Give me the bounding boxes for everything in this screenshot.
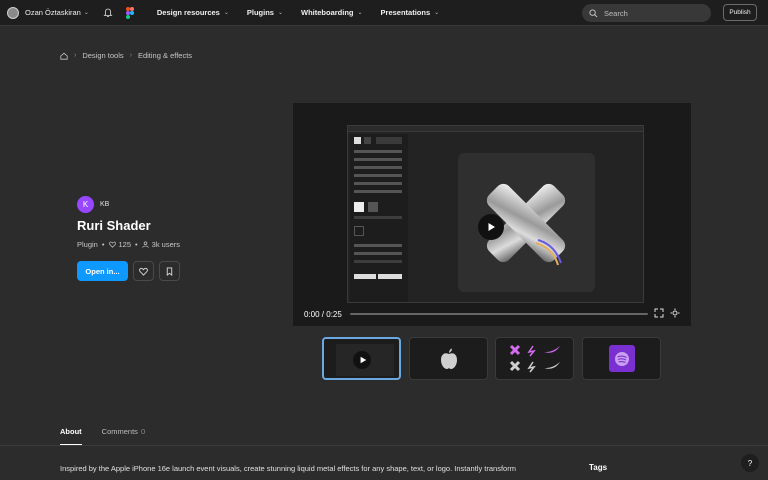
chevron-down-icon: ⌄ xyxy=(277,10,283,16)
tags-heading: Tags xyxy=(589,463,608,472)
chevron-right-icon: › xyxy=(129,52,132,59)
play-button[interactable] xyxy=(478,214,504,240)
plugin-description: Inspired by the Apple iPhone 16e launch … xyxy=(60,464,516,473)
username: Ozan Öztaskiran xyxy=(25,8,81,17)
thumbnail-nike-logos[interactable] xyxy=(495,337,574,380)
author[interactable]: K KB xyxy=(77,196,109,213)
tab-comments[interactable]: Comments 0 xyxy=(102,427,145,446)
main-nav: Design resources ⌄ Plugins ⌄ Whiteboarding… xyxy=(157,8,457,17)
heart-icon xyxy=(139,267,148,276)
thumbnail-spotify-logo[interactable] xyxy=(582,337,661,380)
user-menu[interactable]: Ozan Öztaskiran ⌄ xyxy=(7,6,89,19)
help-button[interactable]: ? xyxy=(741,454,759,472)
fullscreen-icon[interactable] xyxy=(654,308,664,318)
video-controls: 0:00 / 0:25 xyxy=(293,302,691,326)
chevron-down-icon: ⌄ xyxy=(434,10,440,16)
play-icon xyxy=(360,356,367,364)
nav-design-resources[interactable]: Design resources ⌄ xyxy=(157,8,229,17)
bookmark-icon xyxy=(166,266,173,276)
breadcrumb: › Design tools › Editing & effects xyxy=(60,51,192,60)
nav-plugins[interactable]: Plugins ⌄ xyxy=(247,8,283,17)
video-player[interactable]: 0:00 / 0:25 xyxy=(293,103,691,326)
video-time: 0:00 / 0:25 xyxy=(304,309,342,319)
tab-about[interactable]: About xyxy=(60,427,82,446)
user-count: 3k users xyxy=(151,240,181,249)
search-icon xyxy=(589,8,598,17)
search-input[interactable]: Search xyxy=(582,4,711,22)
plugin-title: Ruri Shader xyxy=(77,218,151,233)
breadcrumb-design-tools[interactable]: Design tools xyxy=(82,51,123,60)
thumbnail-video-preview[interactable] xyxy=(322,337,401,380)
nav-whiteboarding[interactable]: Whiteboarding ⌄ xyxy=(301,8,363,17)
like-count: 125 xyxy=(118,240,132,249)
chevron-down-icon: ⌄ xyxy=(357,10,363,16)
breadcrumb-editing-effects[interactable]: Editing & effects xyxy=(138,51,192,60)
chevron-down-icon: ⌄ xyxy=(83,10,89,16)
bell-icon[interactable] xyxy=(103,8,113,18)
plugin-type: Plugin xyxy=(77,240,98,249)
apple-logo-icon xyxy=(441,348,457,369)
comment-count: 0 xyxy=(140,427,146,436)
tabs-divider xyxy=(0,445,768,446)
nike-logos-icon xyxy=(509,344,560,373)
top-nav: Ozan Öztaskiran ⌄ Design resources ⌄ Plug… xyxy=(0,0,768,26)
author-name: KB xyxy=(100,201,110,208)
settings-icon[interactable] xyxy=(670,308,680,318)
chevron-down-icon: ⌄ xyxy=(223,10,229,16)
content-tabs: About Comments 0 xyxy=(60,427,165,446)
bookmark-button[interactable] xyxy=(159,261,180,281)
home-icon[interactable] xyxy=(60,52,68,60)
video-progress-bar[interactable] xyxy=(350,313,648,315)
play-icon xyxy=(488,223,495,231)
figma-logo-icon[interactable] xyxy=(125,6,134,19)
like-button[interactable] xyxy=(133,261,154,281)
open-in-button[interactable]: Open in... xyxy=(77,261,128,281)
nav-presentations[interactable]: Presentations ⌄ xyxy=(381,8,440,17)
publish-button[interactable]: Publish xyxy=(723,4,757,21)
user-avatar xyxy=(7,6,19,19)
chevron-right-icon: › xyxy=(74,52,77,59)
spotify-logo-icon xyxy=(615,352,629,366)
plugin-meta: Plugin • 125 • 3k users xyxy=(77,240,181,249)
thumbnail-apple-logo[interactable] xyxy=(409,337,488,380)
heart-icon xyxy=(108,241,116,248)
author-avatar: K xyxy=(77,196,94,213)
user-icon xyxy=(142,241,149,248)
search-placeholder: Search xyxy=(604,8,628,18)
